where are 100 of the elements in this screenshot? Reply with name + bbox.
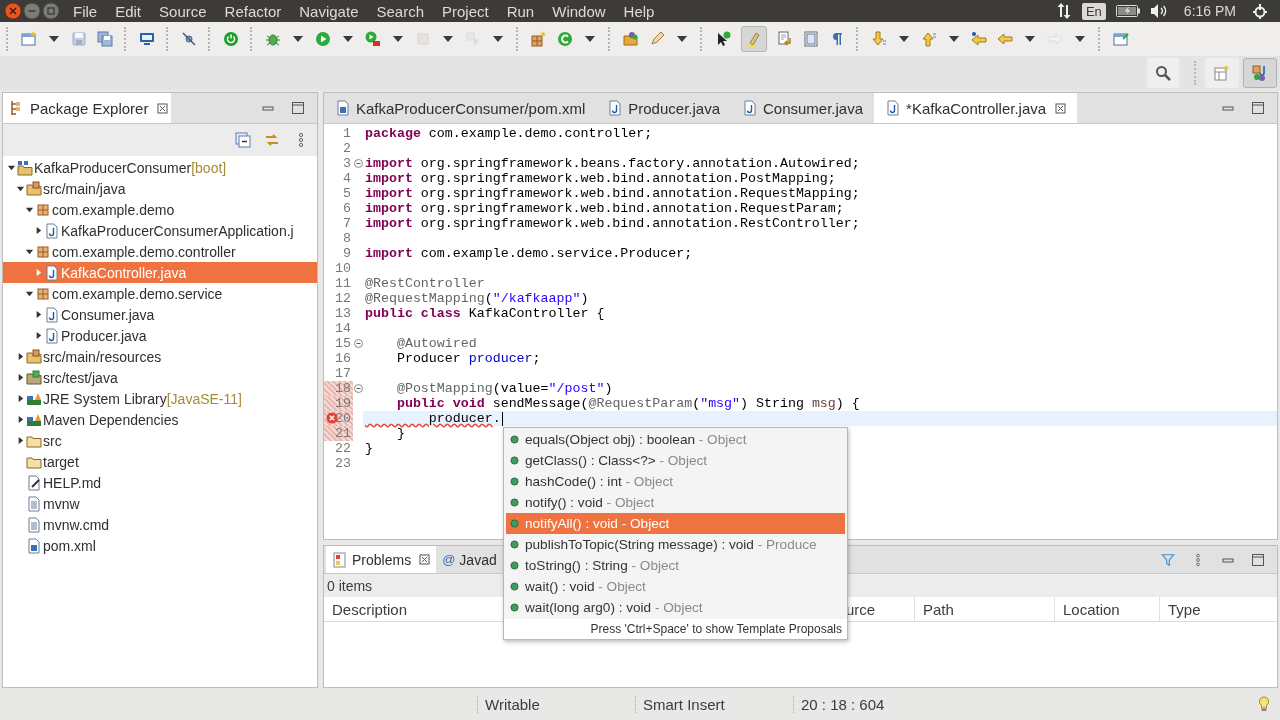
column-header[interactable]: Location (1055, 597, 1160, 621)
caret-icon[interactable] (677, 36, 687, 42)
open-folder-icon[interactable] (623, 31, 639, 47)
collapse-arrow-icon[interactable] (25, 247, 34, 256)
caret-icon[interactable] (899, 36, 909, 42)
caret-icon[interactable] (1025, 36, 1035, 42)
perspective-button[interactable] (1243, 58, 1277, 88)
tree-item[interactable]: src/main/java (3, 178, 317, 199)
save-all-icon[interactable] (97, 31, 113, 47)
menu-item[interactable]: Search (367, 2, 433, 20)
crossed-circle-icon[interactable] (181, 31, 197, 47)
expand-arrow-icon[interactable] (34, 226, 43, 235)
completion-item[interactable]: publishToTopic(String message) : void - Produce (506, 534, 845, 555)
clock[interactable]: 6:16 PM (1183, 3, 1236, 19)
caret-icon[interactable] (949, 36, 959, 42)
caret-icon[interactable] (493, 36, 503, 42)
close-window-button[interactable] (4, 2, 22, 20)
menu-item[interactable]: Edit (106, 2, 151, 20)
expand-arrow-icon[interactable] (34, 331, 43, 340)
maximize-window-button[interactable] (42, 2, 60, 20)
up-arrow-icon[interactable] (921, 31, 937, 47)
settings-icon[interactable] (1252, 3, 1268, 19)
caret-icon[interactable] (1075, 36, 1085, 42)
tree-item[interactable]: Maven Dependencies (3, 409, 317, 430)
menu-item[interactable]: Window (543, 2, 615, 20)
close-icon[interactable] (157, 102, 169, 114)
caret-icon[interactable] (585, 36, 595, 42)
tree-item[interactable]: com.example.demo.controller (3, 241, 317, 262)
menu-item[interactable]: Navigate (290, 2, 368, 20)
tree-item[interactable]: HELP.md (3, 472, 317, 493)
volume-icon[interactable] (1149, 3, 1168, 19)
down-arrow-icon[interactable] (871, 31, 887, 47)
back-star-icon[interactable] (971, 31, 987, 47)
cursor-arrow-icon[interactable] (715, 31, 731, 47)
completion-item[interactable]: wait() : void - Object (506, 576, 845, 597)
expand-arrow-icon[interactable] (16, 394, 25, 403)
tree-item[interactable]: target (3, 451, 317, 472)
collapse-all-icon[interactable] (235, 132, 251, 148)
caret-icon[interactable] (393, 36, 403, 42)
tree-item[interactable]: com.example.demo.service (3, 283, 317, 304)
tree-item[interactable]: Consumer.java (3, 304, 317, 325)
close-icon[interactable] (419, 554, 431, 565)
menu-item[interactable]: Run (497, 2, 544, 20)
bug-icon[interactable] (265, 31, 281, 47)
menu-item[interactable]: Project (433, 2, 498, 20)
fold-icon[interactable] (353, 339, 363, 348)
editor-tab[interactable]: *KafkaController.java (874, 93, 1078, 123)
view-tab[interactable]: Package Explorer (3, 93, 171, 123)
maximize-icon[interactable] (1251, 101, 1265, 115)
tree-item[interactable]: src/test/java (3, 367, 317, 388)
collapse-arrow-icon[interactable] (25, 289, 34, 298)
run-box-icon[interactable] (365, 31, 381, 47)
document-arrow-icon[interactable] (777, 31, 793, 47)
expand-arrow-icon[interactable] (16, 415, 25, 424)
tree-item[interactable]: pom.xml (3, 535, 317, 556)
menu-item[interactable]: Source (150, 2, 216, 20)
back-arrow-icon[interactable] (997, 31, 1013, 47)
maximize-icon[interactable] (1251, 552, 1265, 567)
collapse-arrow-icon[interactable] (25, 205, 34, 214)
tree-item[interactable]: Producer.java (3, 325, 317, 346)
column-header[interactable]: Path (915, 597, 1055, 621)
tree-item[interactable]: com.example.demo (3, 199, 317, 220)
run-icon[interactable] (315, 31, 331, 47)
menu-item[interactable]: File (64, 2, 107, 20)
caret-icon[interactable] (293, 36, 303, 42)
tree-item[interactable]: src/main/resources (3, 346, 317, 367)
menu-item[interactable]: Help (614, 2, 664, 20)
package-star-icon[interactable] (531, 31, 547, 47)
keyboard-layout-indicator[interactable]: En (1081, 2, 1106, 20)
window-edit-icon[interactable] (1113, 31, 1129, 47)
editor-tab[interactable]: Producer.java (596, 93, 731, 123)
close-icon[interactable] (1055, 102, 1067, 114)
minimize-window-button[interactable] (23, 2, 41, 20)
completion-item[interactable]: wait(long arg0) : void - Object (506, 597, 845, 618)
tree-item[interactable]: mvnw.cmd (3, 514, 317, 535)
maximize-icon[interactable] (291, 101, 305, 115)
tree-item[interactable]: KafkaProducerConsumerApplication.j (3, 220, 317, 241)
toggle-button[interactable] (741, 26, 767, 52)
network-icon[interactable] (1055, 3, 1072, 19)
refresh-icon[interactable] (557, 31, 573, 47)
fold-icon[interactable] (353, 159, 363, 168)
expand-arrow-icon[interactable] (16, 373, 25, 382)
column-header[interactable]: Type (1160, 597, 1277, 621)
tree-item[interactable]: JRE System Library[JavaSE-11] (3, 388, 317, 409)
caret-icon[interactable] (443, 36, 453, 42)
tree-item[interactable]: src (3, 430, 317, 451)
editor-tab[interactable]: Consumer.java (731, 93, 875, 123)
collapse-arrow-icon[interactable] (7, 163, 16, 172)
completion-item[interactable]: notify() : void - Object (506, 492, 845, 513)
battery-icon[interactable] (1115, 5, 1140, 17)
menu-item[interactable]: Refactor (215, 2, 291, 20)
fold-icon[interactable] (353, 384, 363, 393)
lightbulb-icon[interactable] (1258, 696, 1270, 712)
monitor-icon[interactable] (139, 31, 155, 47)
frame-icon[interactable] (803, 31, 819, 47)
completion-item[interactable]: hashCode() : int - Object (506, 471, 845, 492)
expand-arrow-icon[interactable] (34, 310, 43, 319)
pen-icon[interactable] (649, 31, 665, 47)
collapse-arrow-icon[interactable] (16, 184, 25, 193)
completion-item[interactable]: toString() : String - Object (506, 555, 845, 576)
